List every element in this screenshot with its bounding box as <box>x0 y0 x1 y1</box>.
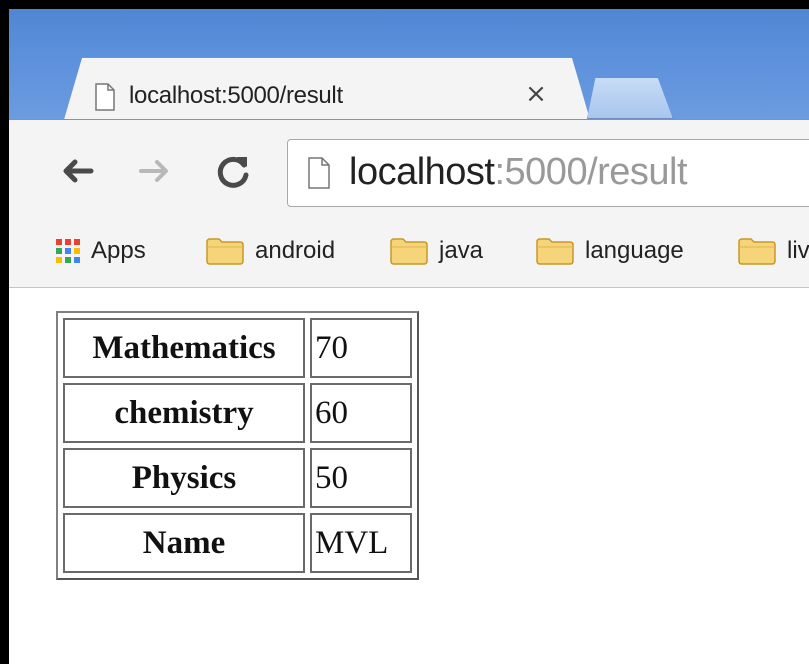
bookmark-android[interactable]: android <box>205 235 335 267</box>
bookmark-label: java <box>439 237 484 264</box>
browser-window: localhost:5000/result × localhost:5000/r… <box>0 0 809 664</box>
table-row: Physics 50 <box>63 448 412 508</box>
table-row: Name MVL <box>63 513 412 573</box>
bookmark-label: Apps <box>91 237 146 264</box>
apps-grid-icon <box>56 239 80 263</box>
bookmark-label: liv <box>787 237 809 264</box>
url-path: :5000/result <box>494 151 688 193</box>
address-text[interactable]: localhost:5000/result <box>349 151 688 194</box>
bookmark-liv[interactable]: liv <box>737 235 809 267</box>
folder-icon <box>390 238 428 265</box>
forward-arrow-icon[interactable] <box>135 151 175 191</box>
row-key: Mathematics <box>63 318 305 378</box>
row-value: 50 <box>310 448 412 508</box>
table-row: Mathematics 70 <box>63 318 412 378</box>
page-icon <box>95 83 115 111</box>
row-key: Name <box>63 513 305 573</box>
tab-title: localhost:5000/result <box>129 82 343 109</box>
row-key: Physics <box>63 448 305 508</box>
folder-icon <box>738 238 776 265</box>
row-key: chemistry <box>63 383 305 443</box>
page-icon <box>308 157 330 189</box>
row-value: 60 <box>310 383 412 443</box>
close-icon[interactable]: × <box>521 79 551 109</box>
reload-icon[interactable] <box>213 151 253 191</box>
row-value: MVL <box>310 513 412 573</box>
row-value: 70 <box>310 318 412 378</box>
bookmark-language[interactable]: language <box>535 235 684 267</box>
bookmark-label: language <box>585 237 684 264</box>
bookmark-apps[interactable]: Apps <box>55 235 146 267</box>
bookmark-label: android <box>255 237 336 264</box>
bookmark-java[interactable]: java <box>389 235 483 267</box>
result-table: Mathematics 70 chemistry 60 Physics 50 N… <box>56 311 419 580</box>
url-host: localhost <box>349 151 495 193</box>
back-arrow-icon[interactable] <box>57 151 97 191</box>
folder-icon <box>536 238 574 265</box>
folder-icon <box>206 238 244 265</box>
table-row: chemistry 60 <box>63 383 412 443</box>
